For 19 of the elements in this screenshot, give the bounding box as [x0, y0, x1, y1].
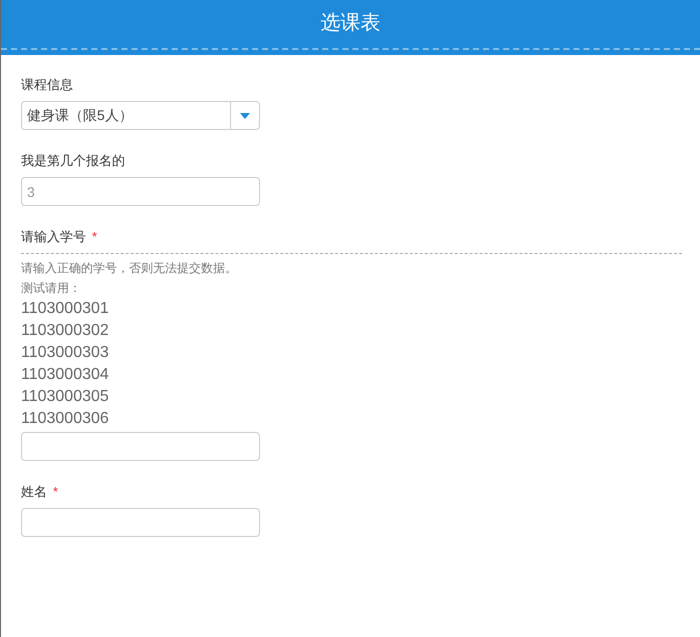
input-field[interactable]	[21, 508, 260, 537]
required-mark: *	[53, 484, 58, 500]
example-id: 1103000301	[21, 299, 109, 319]
caret-icon	[240, 112, 250, 118]
example-id: 1103000303	[21, 343, 109, 363]
help-text: 测试请用：	[21, 280, 81, 297]
field-label: 课程信息	[21, 77, 73, 93]
example-id: 1103000305	[21, 387, 109, 407]
field-label: 姓名	[21, 484, 47, 500]
required-mark: *	[92, 229, 98, 245]
field-label: 请输入学号	[21, 229, 86, 245]
input-field[interactable]	[21, 432, 260, 461]
example-id: 1103000302	[21, 321, 109, 341]
example-id: 1103000304	[21, 365, 109, 385]
course-dropdown[interactable]: 健身课（限5人）	[21, 101, 260, 130]
page-title: 选课表	[320, 11, 380, 35]
field-label: 我是第几个报名的	[21, 153, 125, 169]
help-text: 请输入正确的学号，否则无法提交数据。	[21, 260, 237, 277]
example-id: 1103000306	[21, 409, 109, 429]
